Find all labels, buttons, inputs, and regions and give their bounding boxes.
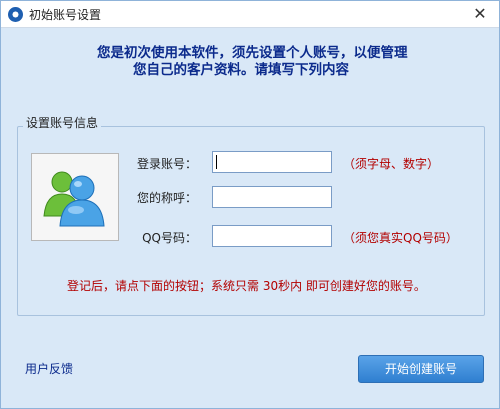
intro-line-2: 您自己的客户资料。请填写下列内容: [133, 62, 349, 78]
login-account-input[interactable]: [212, 151, 332, 173]
login-account-label: 登录账号：: [136, 157, 197, 171]
login-account-hint: （须字母、数字）: [343, 157, 440, 171]
app-logo-icon: [8, 7, 23, 22]
user-feedback-link[interactable]: 用户反馈: [25, 360, 73, 377]
intro-line-1: 您是初次使用本软件，须先设置个人账号，以便管理: [97, 45, 408, 61]
account-setup-window: 初始账号设置 ✕ 您是初次使用本软件，须先设置个人账号，以便管理 您自己的客户资…: [0, 0, 500, 409]
window-title: 初始账号设置: [29, 8, 102, 22]
qq-number-input[interactable]: [212, 225, 332, 247]
qq-number-label: QQ号码：: [142, 231, 197, 245]
avatar-box: [31, 153, 119, 241]
nickname-label: 您的称呼：: [136, 191, 197, 205]
create-account-button[interactable]: 开始创建账号: [358, 355, 484, 383]
users-icon: [43, 171, 105, 227]
nickname-input[interactable]: [212, 186, 332, 208]
intro-text: 您是初次使用本软件，须先设置个人账号，以便管理 您自己的客户资料。请填写下列内容: [97, 45, 457, 79]
instruction-notice: 登记后，请点下面的按钮；系统只需 30秒内 即可创建好您的账号。: [67, 279, 426, 293]
close-button[interactable]: ✕: [467, 3, 493, 25]
text-caret: [216, 155, 217, 169]
group-title: 设置账号信息: [23, 114, 102, 131]
qq-number-hint: （须您真实QQ号码）: [343, 231, 458, 245]
title-bar: 初始账号设置 ✕: [1, 1, 499, 28]
